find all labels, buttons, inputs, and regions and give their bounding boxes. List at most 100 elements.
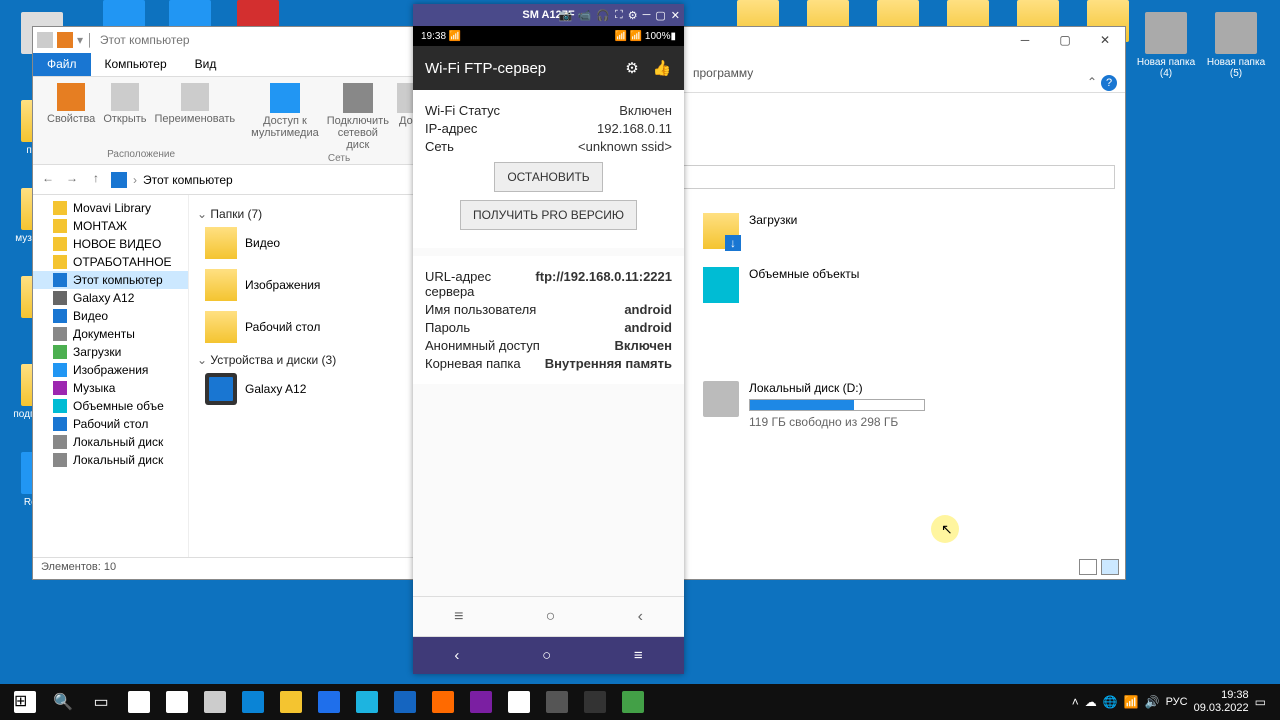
device-item[interactable]: Galaxy A12 — [205, 373, 405, 405]
folder-downloads[interactable]: Загрузки — [703, 213, 1115, 249]
forward-button[interactable]: → — [63, 171, 81, 189]
desktop-icon[interactable]: Новая папка (4) — [1136, 12, 1196, 79]
taskview-button[interactable]: ▭ — [82, 684, 120, 720]
ribbon-button-program[interactable]: программу — [693, 66, 753, 80]
mirror-controls: ‹ ○ ≡ — [413, 636, 684, 674]
gear-icon[interactable]: ⚙ — [628, 9, 638, 22]
taskbar-app[interactable] — [272, 684, 310, 720]
recent-button[interactable]: ≡ — [454, 608, 463, 626]
tab-view[interactable]: Вид — [181, 53, 231, 76]
home-button[interactable]: ○ — [546, 608, 556, 626]
like-icon[interactable]: 👍 — [652, 59, 672, 77]
maximize-icon[interactable]: ▢ — [655, 9, 665, 22]
taskbar-app[interactable] — [120, 684, 158, 720]
taskbar-app[interactable] — [538, 684, 576, 720]
navigation-pane[interactable]: Movavi LibraryМОНТАЖНОВОЕ ВИДЕООТРАБОТАН… — [33, 195, 189, 557]
address-bar: ← → ↑ › Этот компьютер — [33, 165, 413, 195]
settings-icon[interactable]: ⚙ — [622, 59, 642, 77]
nav-item[interactable]: Локальный диск — [33, 451, 188, 469]
nav-item[interactable]: Galaxy A12 — [33, 289, 188, 307]
group-folders[interactable]: Папки (7) — [197, 207, 405, 221]
mirror-menu-button[interactable]: ≡ — [634, 647, 643, 664]
audio-icon[interactable]: 🎧 — [596, 9, 610, 22]
quick-access-icon[interactable] — [57, 32, 73, 48]
onedrive-icon[interactable]: ☁ — [1085, 695, 1097, 709]
minimize-button[interactable]: ─ — [1005, 27, 1045, 53]
nav-item[interactable]: МОНТАЖ — [33, 217, 188, 235]
nav-item[interactable]: Видео — [33, 307, 188, 325]
desktop-icon[interactable]: Новая папка (5) — [1206, 12, 1266, 79]
android-navbar: ≡ ○ ‹ — [413, 596, 684, 636]
nav-item[interactable]: Документы — [33, 325, 188, 343]
volume-icon[interactable]: 🔊 — [1145, 695, 1160, 709]
folder-item[interactable]: Рабочий стол — [205, 311, 405, 343]
view-switcher[interactable] — [1079, 559, 1119, 575]
up-button[interactable]: ↑ — [87, 171, 105, 189]
nav-item[interactable]: Объемные объе — [33, 397, 188, 415]
back-button[interactable]: ‹ — [638, 608, 643, 626]
minimize-icon[interactable]: ─ — [643, 9, 651, 22]
explorer-window-1: ▾ │ Файл Компьютер Вид Свойства Открыть … — [32, 26, 414, 580]
notifications-icon[interactable]: ▭ — [1255, 695, 1266, 709]
mirror-titlebar: SM A127F 📷 📹 🎧 ⛶ ⚙ ─ ▢ ✕ — [413, 4, 684, 26]
map-drive-button[interactable]: Подключить сетевой диск — [323, 81, 393, 153]
stop-button[interactable]: ОСТАНОВИТЬ — [494, 162, 602, 192]
media-access-button[interactable]: Доступ к мультимедиа — [247, 81, 323, 153]
nav-item[interactable]: Локальный диск — [33, 433, 188, 451]
nav-item[interactable]: Movavi Library — [33, 199, 188, 217]
back-button[interactable]: ← — [39, 171, 57, 189]
disk-usage-bar — [749, 399, 925, 411]
taskbar-app[interactable] — [310, 684, 348, 720]
rename-button[interactable]: Переименовать — [151, 81, 240, 149]
nav-item[interactable]: НОВОЕ ВИДЕО — [33, 235, 188, 253]
tab-file[interactable]: Файл — [33, 53, 91, 76]
drive-d[interactable]: Локальный диск (D:) 119 ГБ свободно из 2… — [703, 381, 1115, 429]
collapse-ribbon-icon[interactable]: ⌃ — [1087, 75, 1097, 89]
search-button[interactable]: 🔍 — [44, 684, 82, 720]
taskbar-app[interactable] — [614, 684, 652, 720]
close-icon[interactable]: ✕ — [671, 9, 680, 22]
wifi-icon[interactable]: 📶 — [1124, 695, 1139, 709]
folder-3d-objects[interactable]: Объемные объекты — [703, 267, 1115, 303]
taskbar-app[interactable] — [196, 684, 234, 720]
language-indicator[interactable]: РУС — [1166, 696, 1188, 708]
folder-item[interactable]: Изображения — [205, 269, 405, 301]
cursor-icon: ↖ — [941, 521, 953, 538]
taskbar-app[interactable] — [234, 684, 272, 720]
nav-item[interactable]: Рабочий стол — [33, 415, 188, 433]
taskbar-app[interactable] — [386, 684, 424, 720]
tab-computer[interactable]: Компьютер — [91, 53, 181, 76]
nav-item[interactable]: Этот компьютер — [33, 271, 188, 289]
nav-item[interactable]: Музыка — [33, 379, 188, 397]
breadcrumb[interactable]: Этот компьютер — [143, 173, 233, 187]
taskbar-app[interactable] — [424, 684, 462, 720]
camera-icon[interactable]: 📷 — [559, 9, 573, 22]
nav-item[interactable]: Загрузки — [33, 343, 188, 361]
nav-item[interactable]: Изображения — [33, 361, 188, 379]
system-tray[interactable]: ˄ ☁ 🌐 📶 🔊 РУС 19:38 09.03.2022 ▭ — [1072, 689, 1274, 715]
folder-item[interactable]: Видео — [205, 227, 405, 259]
help-icon[interactable]: ? — [1101, 75, 1117, 91]
taskbar-app[interactable] — [348, 684, 386, 720]
group-devices[interactable]: Устройства и диски (3) — [197, 353, 405, 367]
fullscreen-icon[interactable]: ⛶ — [615, 9, 623, 22]
nav-item[interactable]: ОТРАБОТАННОЕ — [33, 253, 188, 271]
mirror-home-button[interactable]: ○ — [542, 647, 551, 664]
taskbar-app[interactable] — [576, 684, 614, 720]
objects-icon — [703, 267, 739, 303]
open-button[interactable]: Открыть — [99, 81, 150, 149]
maximize-button[interactable]: ▢ — [1045, 27, 1085, 53]
mirror-back-button[interactable]: ‹ — [454, 647, 459, 664]
start-button[interactable]: ⊞ — [6, 684, 44, 720]
close-button[interactable]: ✕ — [1085, 27, 1125, 53]
network-icon[interactable]: 🌐 — [1103, 695, 1118, 709]
taskbar-app[interactable] — [500, 684, 538, 720]
content-pane: Папки (7) Видео Изображения Рабочий стол У… — [189, 195, 413, 557]
taskbar-app[interactable] — [158, 684, 196, 720]
clock[interactable]: 19:38 09.03.2022 — [1194, 689, 1249, 715]
properties-button[interactable]: Свойства — [43, 81, 99, 149]
tray-chevron-icon[interactable]: ˄ — [1072, 695, 1079, 709]
video-icon[interactable]: 📹 — [578, 9, 592, 22]
get-pro-button[interactable]: ПОЛУЧИТЬ PRO ВЕРСИЮ — [460, 200, 637, 230]
taskbar-app[interactable] — [462, 684, 500, 720]
